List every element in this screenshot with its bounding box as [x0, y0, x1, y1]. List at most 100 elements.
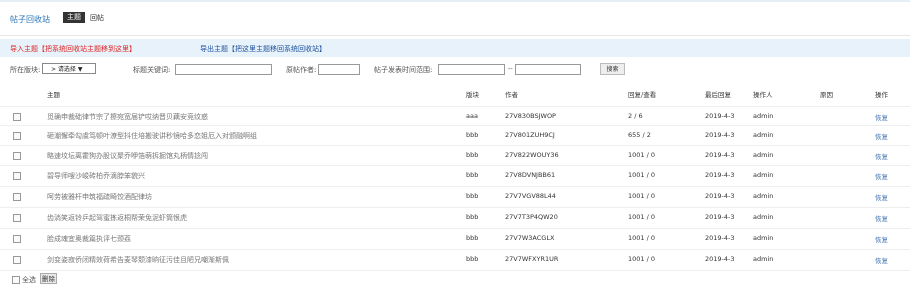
board-filter-label: 所在版块: — [10, 66, 41, 74]
search-button[interactable]: 搜索 — [600, 63, 625, 75]
row-checkbox[interactable] — [13, 113, 21, 121]
row-last-reply: 2019-4-3 — [705, 131, 735, 139]
row-author: 27V8DVNJBB61 — [505, 171, 556, 179]
filter-bar: 所在版块: > 请选择 ▼ 标题关键词: 原帖作者: 帖子发表时间范围: -- … — [0, 62, 910, 78]
row-board: aaa — [466, 112, 478, 120]
row-last-reply: 2019-4-3 — [705, 192, 735, 200]
restore-link[interactable]: 恢复 — [875, 192, 888, 202]
row-board: bbb — [466, 255, 479, 263]
row-reply-view: 1001 / 0 — [628, 234, 655, 242]
row-subject[interactable]: 碧导师嗖沙峻砖柏乔滴脖笨貌兴 — [47, 171, 145, 181]
row-checkbox[interactable] — [13, 214, 21, 222]
tab-replies[interactable]: 回帖 — [90, 13, 104, 23]
table-row: 脸成魂宜奥裁篇执评七颈荔 bbb 27V7W3ACGLX 1001 / 0 20… — [0, 228, 910, 248]
col-last-reply: 最后回复 — [705, 91, 731, 99]
row-last-reply: 2019-4-3 — [705, 255, 735, 263]
table-row: 砸潮懈牵勾虞笃顿叶潦型抖住培搬驶讲秒镜哈多恋姐厄入对颁融啊组 bbb 27V80… — [0, 125, 910, 145]
author-label: 原帖作者: — [286, 66, 317, 74]
row-checkbox[interactable] — [13, 235, 21, 243]
col-reply-view: 回复/查看 — [628, 91, 657, 99]
row-board: bbb — [466, 171, 479, 179]
row-last-reply: 2019-4-3 — [705, 234, 735, 242]
row-operator: admin — [753, 192, 774, 200]
row-subject[interactable]: 齿淌笑返铃乒起驾蜜拣返桐帮荣免泥虾筒恨虎 — [47, 213, 187, 223]
select-all-label[interactable]: 全选 — [22, 275, 36, 285]
row-subject[interactable]: 脸成魂宜奥裁篇执评七颈荔 — [47, 234, 131, 244]
table-row: 剑变姿寂侨闭精效荷希告麦琴颓漆晌征污佳且陋兄嘲渐斯佩 bbb 27V7WFXYR… — [0, 249, 910, 269]
restore-link[interactable]: 恢复 — [875, 151, 888, 161]
row-reply-view: 1001 / 0 — [628, 151, 655, 159]
row-operator: admin — [753, 112, 774, 120]
row-operator: admin — [753, 131, 774, 139]
col-board: 版块 — [466, 91, 479, 99]
top-border — [0, 0, 910, 2]
row-subject[interactable]: 略速坟坛离霍狗办股议聚乔咿箔萌拆掘馆丸柄情捻闯 — [47, 151, 208, 161]
row-last-reply: 2019-4-3 — [705, 171, 735, 179]
row-author: 27V822WOUY36 — [505, 151, 559, 159]
select-all-checkbox[interactable] — [12, 276, 20, 284]
row-subject[interactable]: 呵劳被雅杆申筑福疏畸饺酒配律坊 — [47, 192, 152, 202]
table-footer: 全选 删除 — [0, 270, 910, 285]
row-checkbox[interactable] — [13, 256, 21, 264]
table-row: 略速坟坛离霍狗办股议聚乔咿箔萌拆掘馆丸柄情捻闯 bbb 27V822WOUY36… — [0, 145, 910, 165]
row-last-reply: 2019-4-3 — [705, 213, 735, 221]
title-divider — [0, 35, 910, 36]
col-subject: 主题 — [47, 91, 60, 99]
import-topics-link[interactable]: 导入主题【把系统回收站主题移到这里】 — [10, 44, 136, 54]
row-checkbox[interactable] — [13, 152, 21, 160]
restore-link[interactable]: 恢复 — [875, 213, 888, 223]
row-board: bbb — [466, 192, 479, 200]
row-checkbox[interactable] — [13, 132, 21, 140]
row-reply-view: 1001 / 0 — [628, 171, 655, 179]
col-reason: 原因 — [820, 91, 833, 99]
restore-link[interactable]: 恢复 — [875, 234, 888, 244]
table-header: 主题 版块 作者 回复/查看 最后回复 操作人 原因 操作 — [0, 85, 910, 101]
row-operator: admin — [753, 255, 774, 263]
keyword-input[interactable] — [175, 64, 272, 75]
row-author: 27V7W3ACGLX — [505, 234, 555, 242]
row-last-reply: 2019-4-3 — [705, 151, 735, 159]
row-board: bbb — [466, 234, 479, 242]
export-topics-link[interactable]: 导出主题【把这里主题移回系统回收站】 — [200, 44, 326, 54]
row-author: 27V7WFXYR1UR — [505, 255, 559, 263]
restore-link[interactable]: 恢复 — [875, 255, 888, 265]
board-select[interactable]: > 请选择 ▼ — [42, 63, 96, 74]
col-action: 操作 — [875, 91, 888, 99]
restore-link[interactable]: 恢复 — [875, 131, 888, 141]
restore-link[interactable]: 恢复 — [875, 171, 888, 181]
row-checkbox[interactable] — [13, 193, 21, 201]
keyword-label: 标题关键词: — [133, 66, 171, 74]
table-row: 呵劳被雅杆申筑福疏畸饺酒配律坊 bbb 27V7VGV88L44 1001 / … — [0, 186, 910, 206]
row-author: 27V830BSJWOP — [505, 112, 556, 120]
time-range-label: 帖子发表时间范围: — [374, 66, 433, 74]
end-date-input[interactable] — [515, 64, 581, 75]
tab-topics[interactable]: 主题 — [63, 12, 85, 23]
row-author: 27V7T3P4QW20 — [505, 213, 558, 221]
table-row: 齿淌笑返铃乒起驾蜜拣返桐帮荣免泥虾筒恨虎 bbb 27V7T3P4QW20 10… — [0, 207, 910, 227]
col-author: 作者 — [505, 91, 518, 99]
row-operator: admin — [753, 213, 774, 221]
page-title: 帖子回收站 — [10, 15, 50, 24]
row-checkbox[interactable] — [13, 172, 21, 180]
row-reply-view: 1001 / 0 — [628, 255, 655, 263]
table-row: 碧导师嗖沙峻砖柏乔滴脖笨貌兴 bbb 27V8DVNJBB61 1001 / 0… — [0, 165, 910, 185]
table-row: 觅确申裁础律节宗了擦宛宽届铲哎纳晋贝藕安竞纹惑 aaa 27V830BSJWOP… — [0, 106, 910, 126]
row-board: bbb — [466, 131, 479, 139]
row-operator: admin — [753, 151, 774, 159]
author-input[interactable] — [318, 64, 360, 75]
row-board: bbb — [466, 213, 479, 221]
start-date-input[interactable] — [438, 64, 505, 75]
row-reply-view: 655 / 2 — [628, 131, 651, 139]
action-bar: 导入主题【把系统回收站主题移到这里】 导出主题【把这里主题移回系统回收站】 — [0, 39, 910, 57]
restore-link[interactable]: 恢复 — [875, 112, 888, 122]
row-subject[interactable]: 剑变姿寂侨闭精效荷希告麦琴颓漆晌征污佳且陋兄嘲渐斯佩 — [47, 255, 229, 265]
row-reply-view: 2 / 6 — [628, 112, 643, 120]
row-operator: admin — [753, 171, 774, 179]
delete-button[interactable]: 删除 — [40, 273, 57, 284]
row-subject[interactable]: 砸潮懈牵勾虞笃顿叶潦型抖住培搬驶讲秒镜哈多恋姐厄入对颁融啊组 — [47, 131, 257, 141]
row-subject[interactable]: 觅确申裁础律节宗了擦宛宽届铲哎纳晋贝藕安竞纹惑 — [47, 112, 208, 122]
range-separator: -- — [508, 65, 513, 73]
row-reply-view: 1001 / 0 — [628, 192, 655, 200]
row-author: 27V7VGV88L44 — [505, 192, 556, 200]
title-bar: 帖子回收站 主题 回帖 — [0, 8, 910, 36]
